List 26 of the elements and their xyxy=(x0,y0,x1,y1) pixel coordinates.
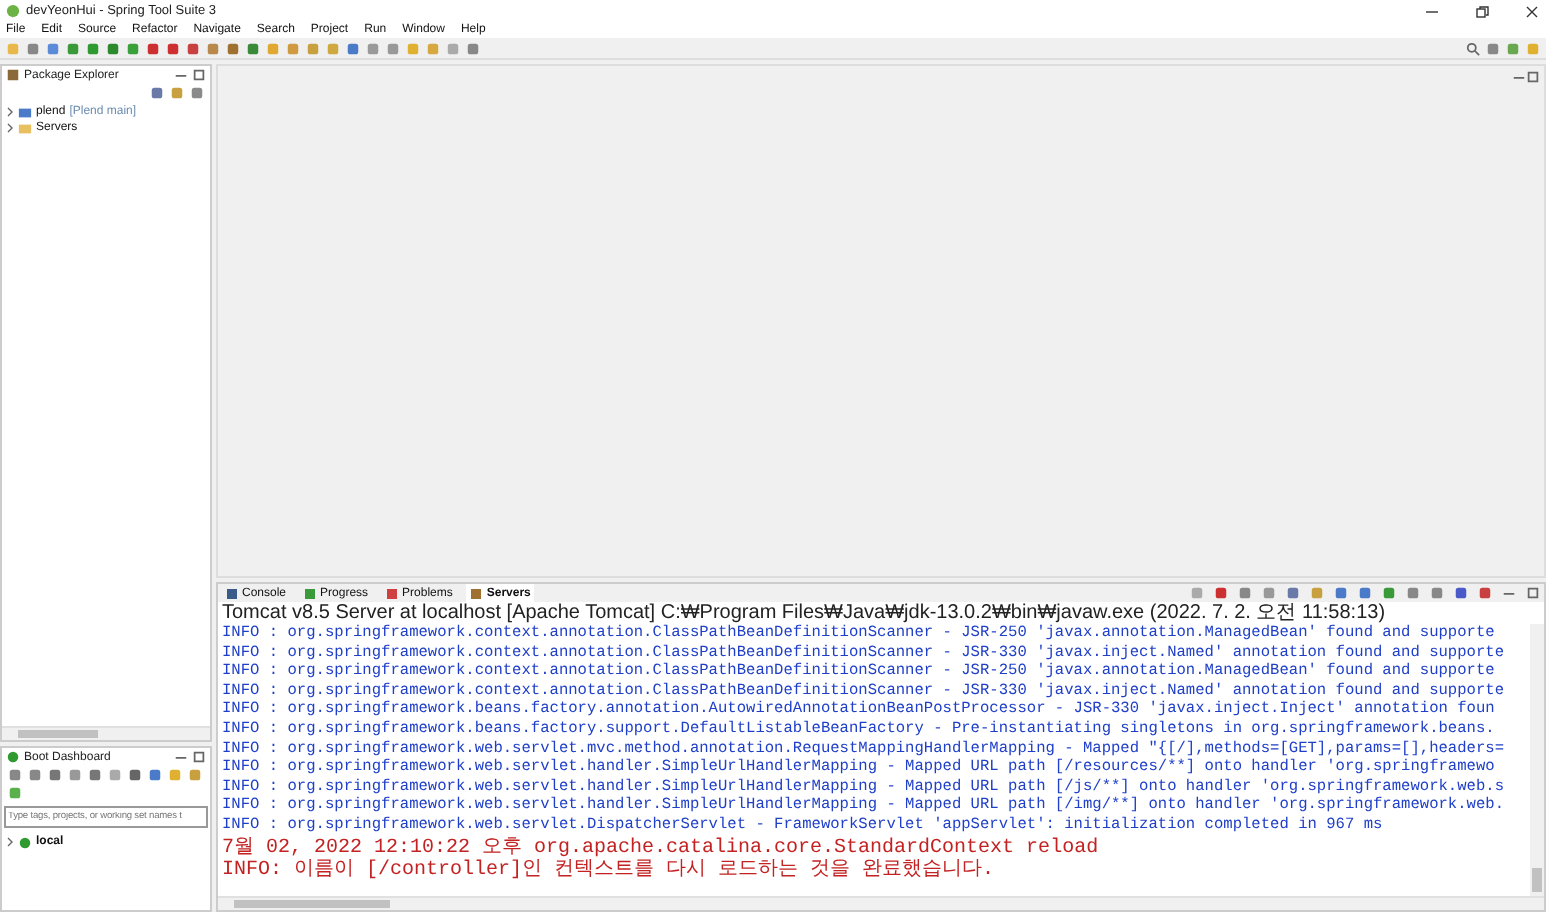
package-icon xyxy=(6,68,20,82)
tab-icon xyxy=(226,587,238,599)
project-icon xyxy=(18,105,32,119)
close-icon[interactable] xyxy=(1524,3,1540,19)
boot-icon xyxy=(18,835,32,849)
tab-icon xyxy=(470,587,483,599)
scrollbar[interactable] xyxy=(2,726,210,740)
boot-icon xyxy=(6,750,20,764)
console-line: INFO: 이름이 [/controller]인 컨텍스트를 다시 로드하는 것을 완료했습니다. xyxy=(222,859,995,882)
expand-caret-icon[interactable] xyxy=(6,106,14,118)
maximize-icon[interactable] xyxy=(1526,70,1540,84)
expand-caret-icon[interactable] xyxy=(6,836,14,848)
scrollbar[interactable] xyxy=(218,896,1544,910)
folder-icon xyxy=(18,121,32,135)
scrollbar[interactable] xyxy=(1530,624,1544,896)
console-description: Tomcat v8.5 Server at localhost [Apache Tomcat] C:₩Program Files₩Java₩jdk-13.0.2₩bin₩javaw.exe (2022. 7. 2. 오전 11:58:13) xyxy=(220,602,1388,624)
maximize-icon[interactable] xyxy=(192,750,206,764)
maximize-icon[interactable] xyxy=(1526,586,1540,600)
console-line: 7월 02, 2022 12:10:22 오후 org.apache.catalina.core.StandardContext reload xyxy=(222,837,1101,860)
expand-caret-icon[interactable] xyxy=(6,122,14,134)
tab-icon xyxy=(304,587,317,599)
app-logo-icon xyxy=(6,4,20,18)
search-icon[interactable] xyxy=(1466,41,1480,55)
maximize-icon[interactable] xyxy=(192,68,206,82)
tab-icon xyxy=(386,587,399,599)
restore-icon[interactable] xyxy=(1474,3,1490,19)
